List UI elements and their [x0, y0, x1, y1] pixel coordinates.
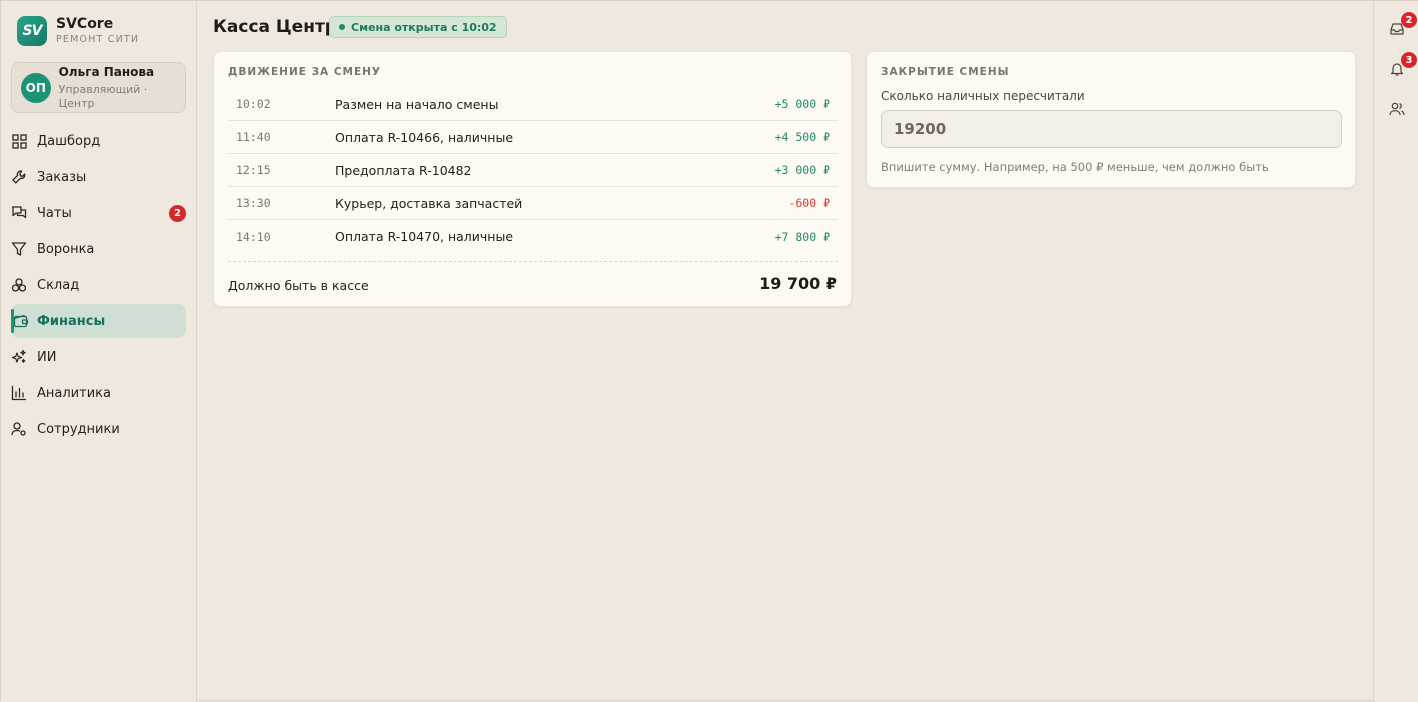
sidebar-item-chats[interactable]: Чаты 2 [11, 196, 186, 230]
page-title: Касса Центр [213, 17, 337, 37]
total-label: Должно быть в кассе [228, 278, 369, 293]
team-button[interactable] [1388, 102, 1406, 120]
sidebar-item-ai[interactable]: ИИ [11, 340, 186, 374]
sidebar-item-label: Аналитика [37, 385, 111, 401]
divider [228, 261, 838, 262]
sidebar-item-dashboard[interactable]: Дашборд [11, 124, 186, 158]
funnel-icon [11, 241, 27, 257]
brand: SV SVCore РЕМОНТ СИТИ [17, 16, 139, 46]
shift-status-text: Смена открыта с 10:02 [351, 20, 497, 34]
cash-count-input[interactable] [881, 110, 1342, 148]
total-value: 19 700 ₽ [759, 274, 837, 293]
users-icon [1389, 101, 1405, 121]
table-row: 10:02 Размен на начало смены +5 000 ₽ [228, 88, 838, 121]
unread-badge: 2 [169, 205, 186, 222]
tx-description: Оплата R-10470, наличные [335, 229, 514, 244]
table-row: 13:30 Курьер, доставка запчастей -600 ₽ [228, 187, 838, 220]
sidebar-item-analytics[interactable]: Аналитика [11, 376, 186, 410]
card-title: ЗАКРЫТИЕ СМЕНЫ [881, 66, 1010, 78]
brand-subtitle: РЕМОНТ СИТИ [56, 34, 140, 45]
tx-amount: +4 500 ₽ [774, 130, 830, 144]
sidebar-item-label: Сотрудники [37, 421, 120, 437]
sidebar-item-label: Финансы [37, 313, 106, 329]
sidebar-item-funnel[interactable]: Воронка [11, 232, 186, 266]
notifications-badge: 3 [1401, 52, 1417, 68]
card-title: ДВИЖЕНИЕ ЗА СМЕНУ [228, 66, 382, 78]
boxes-icon [11, 277, 27, 293]
shift-movement-card: ДВИЖЕНИЕ ЗА СМЕНУ 10:02 Размен на начало… [213, 51, 852, 307]
tx-description: Размен на начало смены [335, 96, 499, 112]
tx-time: 13:30 [236, 196, 271, 210]
cash-count-hint: Впишите сумму. Например, на 500 ₽ меньше… [881, 160, 1269, 174]
status-badge: Смена открыта с 10:02 [329, 16, 507, 38]
wrench-icon [11, 169, 27, 185]
cash-count-label: Сколько наличных пересчитали [881, 89, 1085, 103]
main-nav: Дашборд Заказы Чаты 2 Воронка Склад Фина… [11, 124, 186, 448]
sidebar-item-label: Склад [37, 277, 80, 293]
chat-icon [11, 205, 27, 221]
tx-amount: +3 000 ₽ [774, 163, 830, 177]
tx-time: 14:10 [236, 229, 271, 244]
bar-chart-icon [11, 385, 27, 401]
sidebar-item-label: Воронка [37, 241, 95, 257]
user-settings-icon [11, 421, 27, 437]
inbox-button[interactable]: 2 [1388, 12, 1417, 40]
tx-amount: +7 800 ₽ [774, 229, 830, 244]
app-frame: SV SVCore РЕМОНТ СИТИ ОП Ольга Панова Уп… [0, 0, 1418, 702]
brand-name: SVCore [56, 16, 114, 32]
sidebar: SV SVCore РЕМОНТ СИТИ ОП Ольга Панова Уп… [1, 1, 197, 702]
sidebar-item-label: Дашборд [37, 133, 101, 149]
sidebar-item-staff[interactable]: Сотрудники [11, 412, 186, 446]
tx-amount: -600 ₽ [788, 196, 830, 210]
sidebar-item-label: ИИ [37, 349, 57, 365]
right-rail: 2 3 [1373, 1, 1418, 702]
shift-closing-card: ЗАКРЫТИЕ СМЕНЫ Сколько наличных пересчит… [866, 51, 1356, 188]
tx-amount: +5 000 ₽ [774, 97, 830, 111]
grid-icon [11, 133, 27, 149]
user-name: Ольга Панова [58, 64, 155, 79]
sidebar-item-label: Чаты [37, 205, 72, 221]
brand-logo: SV [17, 16, 47, 46]
tx-description: Курьер, доставка запчастей [335, 195, 523, 211]
sidebar-item-warehouse[interactable]: Склад [11, 268, 186, 302]
tx-description: Предоплата R-10482 [335, 162, 472, 178]
user-role: Управляющий · Центр [58, 82, 148, 110]
sidebar-item-finance[interactable]: Финансы [11, 304, 186, 338]
wallet-icon [13, 313, 29, 329]
transaction-list: 10:02 Размен на начало смены +5 000 ₽ 11… [228, 88, 838, 253]
user-card[interactable]: ОП Ольга Панова Управляющий · Центр [11, 62, 186, 113]
inbox-badge: 2 [1401, 12, 1417, 28]
status-dot-icon [339, 24, 345, 30]
table-row: 11:40 Оплата R-10466, наличные +4 500 ₽ [228, 121, 838, 154]
tx-time: 11:40 [236, 130, 271, 144]
table-row: 14:10 Оплата R-10470, наличные +7 800 ₽ [228, 220, 838, 253]
sparkles-icon [11, 349, 27, 365]
notifications-button[interactable]: 3 [1388, 52, 1417, 80]
tx-time: 12:15 [236, 163, 271, 177]
sidebar-item-orders[interactable]: Заказы [11, 160, 186, 194]
sidebar-item-label: Заказы [37, 169, 87, 185]
table-row: 12:15 Предоплата R-10482 +3 000 ₽ [228, 154, 838, 187]
avatar: ОП [21, 72, 51, 103]
tx-time: 10:02 [236, 97, 271, 111]
tx-description: Оплата R-10466, наличные [335, 129, 514, 145]
